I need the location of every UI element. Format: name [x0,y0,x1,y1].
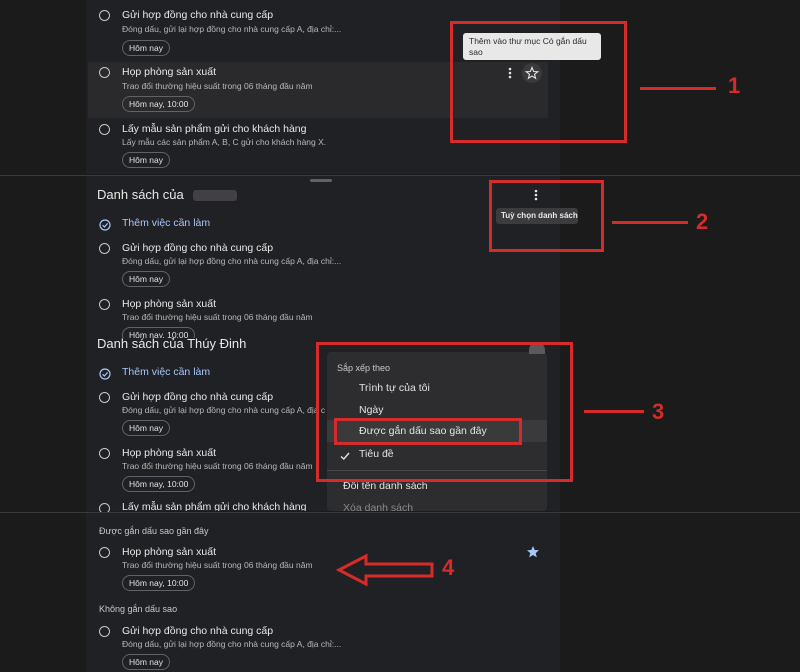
task-description: Đóng dấu, gửi lại hợp đồng cho nhà cung … [122,405,326,415]
annotation-box-2 [489,180,604,252]
task-complete-radio[interactable] [99,67,110,78]
annotation-box-1 [450,21,627,143]
list-title: Danh sách của Thúy Đinh [97,338,247,351]
annotation-box-3-option [334,418,522,445]
blurred-name [193,190,237,201]
annotation-number-4: 4 [442,555,455,580]
task-title[interactable]: Gửi hợp đồng cho nhà cung cấp [122,9,273,21]
task-description: Lấy mẫu các sản phẩm A, B, C gửi cho khá… [122,137,327,147]
annotation-arrow-4 [335,553,436,587]
task-description: Đóng dấu, gửi lại hợp đồng cho nhà cung … [122,639,342,649]
task-date-chip[interactable]: Hôm nay [122,152,171,168]
drag-handle[interactable] [310,179,332,182]
add-task-button[interactable]: Thêm việc cần làm [122,217,210,229]
add-task-icon[interactable] [99,367,111,380]
task-description: Đóng dấu, gửi lại hợp đồng cho nhà cung … [122,24,342,34]
task-date-chip[interactable]: Hôm nay [122,271,171,287]
task-title[interactable]: Họp phòng sản xuất [122,447,216,459]
add-task-button[interactable]: Thêm việc cần làm [122,366,210,378]
annotation-line-3 [584,410,644,413]
starred-section-label: Được gắn dấu sao gần đây [99,526,209,536]
annotation-number-2: 2 [696,209,709,234]
task-title[interactable]: Họp phòng sản xuất [122,66,216,78]
task-title-clip: Lấy mẫu sản phẩm gửi cho khách hàng [122,500,322,511]
task-title[interactable]: Gửi hợp đồng cho nhà cung cấp [122,625,273,637]
task-title[interactable]: Gửi hợp đồng cho nhà cung cấp [122,391,273,403]
task-description: Trao đổi thường hiệu suất trong 06 tháng… [122,461,313,471]
task-complete-radio[interactable] [99,124,110,135]
task-title[interactable]: Lấy mẫu sản phẩm gửi cho khách hàng [122,123,306,135]
annotation-line-1 [640,87,716,90]
delete-list-option[interactable]: Xóa danh sách [343,502,413,511]
task-complete-radio[interactable] [99,299,110,310]
annotation-box-3 [316,342,573,482]
task-description: Trao đổi thường hiệu suất trong 06 tháng… [122,312,313,322]
task-title[interactable]: Lấy mẫu sản phẩm gửi cho khách hàng [122,501,306,511]
task-title[interactable]: Họp phòng sản xuất [122,298,216,310]
task-complete-radio[interactable] [99,10,110,21]
task-date-chip[interactable]: Hôm nay [122,654,171,670]
starred-star-icon[interactable] [526,545,540,559]
task-date-chip[interactable]: Hôm nay, 10:00 [122,575,196,591]
task-complete-radio[interactable] [99,626,110,637]
task-date-chip[interactable]: Hôm nay [122,420,171,436]
add-task-icon[interactable] [99,218,111,231]
task-title[interactable]: Gửi hợp đồng cho nhà cung cấp [122,242,273,254]
annotation-number-1: 1 [728,73,741,98]
annotation-number-3: 3 [652,399,665,424]
task-title[interactable]: Họp phòng sản xuất [122,546,216,558]
list-title: Danh sách của [97,187,184,202]
task-description: Trao đổi thường hiệu suất trong 06 tháng… [122,81,313,91]
task-complete-radio[interactable] [99,547,110,558]
task-complete-radio[interactable] [99,448,110,459]
task-complete-radio[interactable] [99,392,110,403]
task-description: Đóng dấu, gửi lại hợp đồng cho nhà cung … [122,256,342,266]
task-description: Trao đổi thường hiệu suất trong 06 tháng… [122,560,313,570]
task-complete-radio[interactable] [99,243,110,254]
task-date-chip[interactable]: Hôm nay [122,40,171,56]
annotation-line-2 [612,221,688,224]
task-date-chip[interactable]: Hôm nay, 10:00 [122,476,196,492]
unstarred-section-label: Không gắn dấu sao [99,604,178,614]
task-date-chip[interactable]: Hôm nay, 10:00 [122,96,196,112]
